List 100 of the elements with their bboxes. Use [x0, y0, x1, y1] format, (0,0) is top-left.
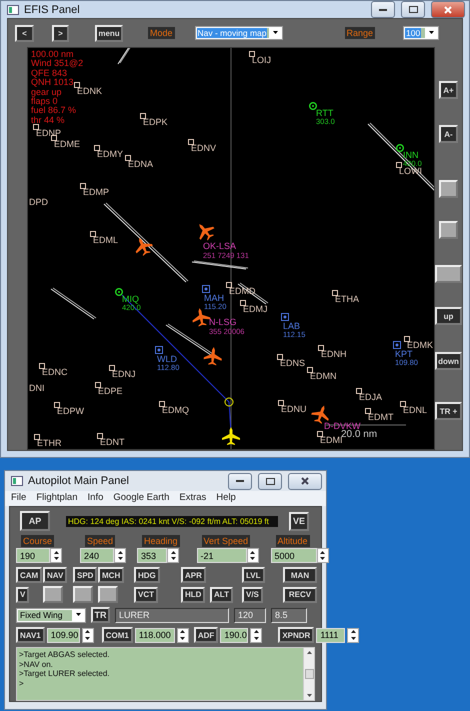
- value-field[interactable]: 8.5: [271, 608, 307, 622]
- log-line: >Target LURER selected.: [19, 669, 110, 678]
- close-button[interactable]: [288, 472, 322, 490]
- maximize-button[interactable]: [258, 472, 282, 490]
- spin-button[interactable]: [176, 628, 189, 642]
- mode-button[interactable]: CAM: [16, 567, 42, 583]
- ve-button[interactable]: VE: [289, 512, 309, 530]
- blank-button[interactable]: [73, 586, 93, 603]
- aircraft-callsign: D-DVKW: [324, 422, 360, 431]
- mode-button[interactable]: V/S: [242, 586, 263, 602]
- airport-label: EDNP: [36, 129, 62, 138]
- mode-button[interactable]: V: [16, 586, 30, 602]
- airport-marker: [226, 282, 232, 288]
- side-button[interactable]: TR +: [435, 402, 462, 420]
- setting-label: Course: [21, 535, 54, 547]
- mode-button[interactable]: LVL: [242, 567, 265, 583]
- frequency-field[interactable]: 1111: [316, 628, 346, 642]
- spin-button[interactable]: [316, 548, 329, 563]
- airport-marker: [356, 388, 362, 394]
- setting-field[interactable]: 353: [137, 548, 167, 563]
- vor-label: MAH: [204, 294, 224, 303]
- ap-button[interactable]: AP: [20, 511, 50, 531]
- target-field[interactable]: LURER: [115, 608, 229, 622]
- airport-marker: [80, 183, 86, 189]
- blank-button[interactable]: [43, 586, 63, 603]
- mode-button[interactable]: HLD: [181, 586, 206, 602]
- window-title: EFIS Panel: [24, 4, 81, 16]
- setting-field[interactable]: -21: [196, 548, 247, 563]
- frequency-button[interactable]: ADF: [194, 627, 218, 643]
- frequency-field[interactable]: 190.0: [220, 628, 248, 642]
- spin-button[interactable]: [250, 628, 262, 642]
- mode-button[interactable]: ALT: [210, 586, 233, 602]
- spin-button[interactable]: [114, 548, 126, 563]
- menu-item[interactable]: Flightplan: [36, 492, 78, 503]
- menu-button[interactable]: menu: [95, 24, 123, 42]
- side-button[interactable]: A+: [439, 81, 458, 99]
- scrollbar-thumb[interactable]: [304, 669, 314, 679]
- spin-button[interactable]: [50, 548, 62, 563]
- aircraft-callsign: OK-LSA: [203, 242, 236, 251]
- spin-button[interactable]: [167, 548, 179, 563]
- blank-button[interactable]: [439, 221, 458, 239]
- mode-button[interactable]: HDG: [134, 567, 160, 583]
- blank-button[interactable]: [435, 265, 462, 283]
- minimize-button[interactable]: [228, 472, 252, 490]
- setting-field[interactable]: 5000: [270, 548, 317, 563]
- menu-item[interactable]: Info: [88, 492, 104, 503]
- down-arrow-icon: [118, 557, 122, 560]
- forward-button[interactable]: >: [52, 24, 69, 42]
- maximize-button[interactable]: [401, 1, 425, 18]
- airport-label: ETHA: [335, 295, 360, 304]
- airport-marker: [109, 365, 115, 371]
- airport-label: LOIJ: [252, 56, 272, 65]
- mode-button[interactable]: RECV: [283, 586, 317, 602]
- back-button[interactable]: <: [15, 24, 34, 42]
- airport-marker: [125, 155, 131, 161]
- menu-item[interactable]: Extras: [179, 492, 206, 503]
- scrollbar[interactable]: [303, 648, 314, 700]
- mode-button[interactable]: APR: [181, 567, 206, 583]
- setting-field[interactable]: 240: [80, 548, 114, 563]
- frequency-button[interactable]: NAV1: [16, 627, 45, 643]
- side-button[interactable]: up: [435, 307, 462, 325]
- flight-info-text: thr 44 %: [31, 116, 65, 126]
- side-button[interactable]: A-: [439, 125, 458, 143]
- down-arrow-icon: [350, 636, 356, 640]
- frequency-field[interactable]: 118.000: [134, 628, 175, 642]
- airport-marker: [97, 433, 103, 439]
- close-button[interactable]: [431, 1, 465, 18]
- tr-button[interactable]: TR: [91, 607, 110, 623]
- frequency-button[interactable]: XPNDR: [278, 627, 314, 643]
- blank-button[interactable]: [98, 586, 118, 603]
- airplane-icon: [221, 426, 241, 446]
- mode-button[interactable]: MAN: [283, 567, 317, 583]
- menu-item[interactable]: Help: [216, 492, 236, 503]
- minimize-button[interactable]: [371, 1, 395, 18]
- frequency-field[interactable]: 109.90: [46, 628, 80, 642]
- mode-button[interactable]: MCH: [98, 567, 124, 583]
- frequency-button[interactable]: COM1: [102, 627, 133, 643]
- menu-item[interactable]: File: [11, 492, 26, 503]
- down-arrow-icon: [250, 557, 256, 560]
- spin-button[interactable]: [82, 628, 94, 642]
- aircraft-type-dropdown[interactable]: Fixed Wing: [16, 608, 86, 622]
- down-arrow-icon: [170, 557, 176, 560]
- mode-button[interactable]: SPD: [73, 567, 98, 583]
- menu-item[interactable]: Google Earth: [113, 492, 170, 503]
- setting-field[interactable]: 190: [16, 548, 50, 563]
- spin-button[interactable]: [246, 548, 259, 563]
- airport-label: EDME: [54, 140, 80, 149]
- mode-button[interactable]: NAV: [43, 567, 68, 583]
- side-button[interactable]: down: [435, 352, 462, 370]
- spin-button[interactable]: [347, 628, 360, 642]
- airport-marker: [332, 290, 338, 296]
- mode-button[interactable]: VCT: [134, 586, 158, 602]
- airport-label: EDNA: [128, 160, 154, 169]
- value-field[interactable]: 120: [234, 608, 266, 622]
- blank-button[interactable]: [439, 180, 458, 198]
- airplane-icon: [203, 346, 223, 366]
- airport-marker: [188, 139, 194, 145]
- setting-label: Altitude: [276, 535, 310, 547]
- vor-icon: [281, 313, 289, 321]
- up-arrow-icon: [180, 630, 186, 634]
